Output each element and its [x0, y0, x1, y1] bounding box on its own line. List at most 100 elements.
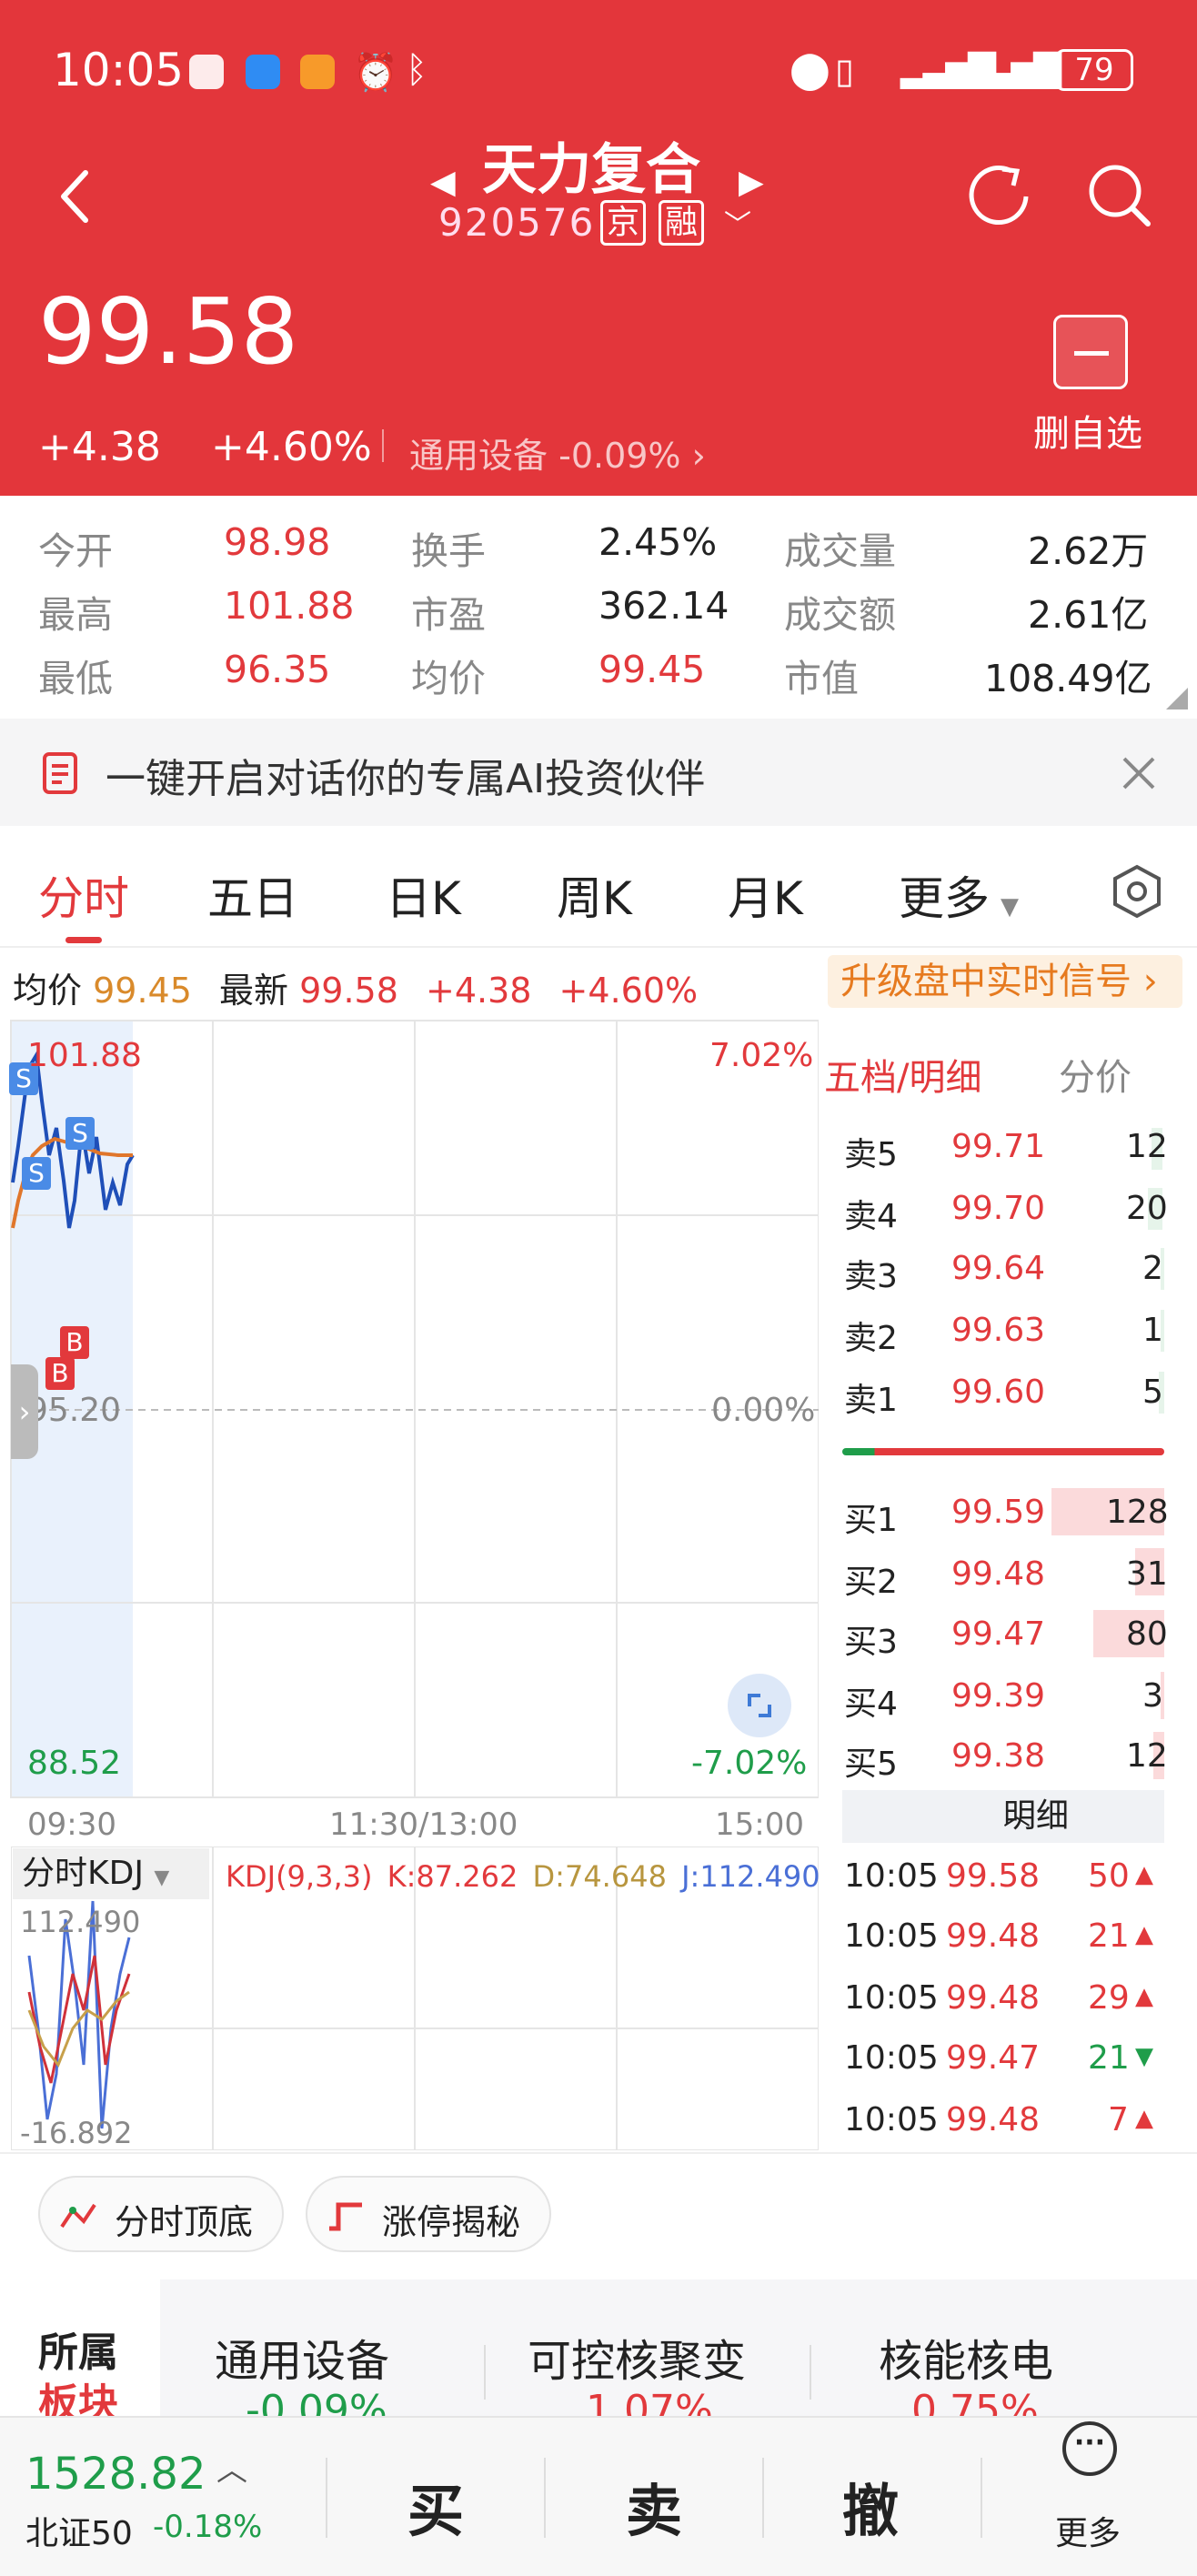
sector-list: 通用设备 -0.09% 可控核聚变 1.07% 核能核电 0.75% — [160, 2279, 1197, 2433]
tick-volume: 7 — [1108, 2101, 1129, 2138]
sector-item-name[interactable]: 通用设备 — [215, 2325, 389, 2389]
chevron-down-icon[interactable]: ﹀ — [724, 202, 751, 242]
index-value[interactable]: 1528.82 — [25, 2449, 206, 2500]
tab-daily-k[interactable]: 日K — [386, 862, 461, 928]
buy-signal-marker[interactable]: B — [60, 1326, 89, 1359]
chevron-up-icon: ︿ — [1003, 1800, 1031, 1832]
bid3-volume: 80 — [1126, 1615, 1168, 1653]
expand-corner-icon[interactable] — [1166, 688, 1188, 709]
remove-watchlist-label[interactable]: 删自选 — [1033, 404, 1142, 457]
intraday-chart[interactable]: S S S B B 101.88 7.02% 95.20 0.00% 88.52… — [0, 1019, 819, 1801]
tab-intraday[interactable]: 分时 — [38, 862, 129, 928]
tab-weekly-k[interactable]: 周K — [557, 862, 632, 928]
chart-low-price: 88.52 — [27, 1745, 122, 1782]
sector-pct: -0.09% — [558, 436, 681, 476]
ask5-label: 卖5 — [844, 1136, 898, 1173]
sell-button[interactable]: 卖 — [626, 2465, 682, 2547]
kdj-bottom-value: -16.892 — [20, 2116, 133, 2150]
remove-watchlist-button[interactable] — [1053, 315, 1128, 389]
high-value: 101.88 — [224, 584, 355, 628]
tick-up-icon: ▲ — [1135, 1921, 1153, 1948]
ai-banner[interactable]: 一键开启对话你的专属AI投资伙伴 — [0, 719, 1197, 826]
search-icon[interactable] — [1086, 162, 1153, 229]
limit-up-secret-label: 涨停揭秘 — [382, 2202, 521, 2242]
divider — [762, 2458, 764, 2538]
kdj-top-value: 112.490 — [20, 1905, 141, 1939]
message-notification-icon — [246, 55, 280, 89]
kdj-chart[interactable]: 分时KDJ ▼ KDJ(9,3,3) K:87.262 D:74.648 J:1… — [11, 1846, 820, 2150]
sector-label-1: 所属 — [38, 2329, 118, 2376]
ask4-volume: 20 — [1126, 1190, 1168, 1227]
side-expand-handle[interactable]: › — [11, 1364, 38, 1459]
share-icon[interactable] — [966, 162, 1033, 229]
sell-signal-marker[interactable]: S — [22, 1157, 51, 1190]
ai-banner-text: 一键开启对话你的专属AI投资伙伴 — [106, 756, 706, 802]
location-icon: ⬤ — [790, 49, 830, 91]
divider — [810, 2345, 811, 2400]
tab-5day[interactable]: 五日 — [207, 862, 298, 928]
tick-volume: 21 — [1088, 2039, 1130, 2077]
current-price: 99.58 — [38, 278, 299, 385]
more-label[interactable]: 更多 — [1055, 2507, 1121, 2554]
bid4-label: 买4 — [844, 1685, 898, 1723]
detail-toggle[interactable]: 明细 ︿ — [842, 1790, 1164, 1843]
upgrade-signal-button[interactable]: 升级盘中实时信号 › — [828, 955, 1182, 1008]
battery-icon: 79 — [1055, 49, 1133, 91]
prev-stock-icon[interactable]: ◀ — [430, 164, 456, 201]
buy-signal-marker[interactable]: B — [45, 1357, 75, 1390]
bid5-label: 买5 — [844, 1746, 898, 1783]
low-value: 96.35 — [224, 648, 331, 691]
bid3-label: 买3 — [844, 1624, 898, 1661]
info-row: 均价 99.45 最新 99.58 +4.38 +4.60% — [13, 962, 698, 1012]
stock-header: 10:05 ⏰ ᛒ ⬤ ▯ ▂▃▅▇ ▂▃▅▇ 79 ◀ 天力复合 ▶ 9205… — [0, 0, 1197, 496]
next-stock-icon[interactable]: ▶ — [739, 164, 764, 201]
ask4-price: 99.70 — [951, 1190, 1046, 1227]
margin-tag: 融 — [659, 200, 704, 246]
cancel-order-button[interactable]: 撤 — [842, 2465, 899, 2547]
tick-price: 99.58 — [946, 1857, 1041, 1895]
divider — [0, 946, 1197, 948]
bottom-bar: 1528.82 ︿ 北证50 -0.18% 买 卖 撤 ··· 更多 — [0, 2416, 1197, 2576]
ask2-label: 卖2 — [844, 1320, 898, 1357]
price-change-pct: +4.60% — [211, 424, 372, 470]
avg-label: 均价 — [411, 657, 486, 700]
tick-up-icon: ▲ — [1135, 1861, 1153, 1888]
dropdown-icon: ▼ — [1001, 893, 1019, 921]
more-icon[interactable]: ··· — [1062, 2421, 1117, 2476]
sell-signal-marker[interactable]: S — [65, 1117, 95, 1150]
fullscreen-button[interactable] — [728, 1674, 791, 1737]
bid1-label: 买1 — [844, 1502, 898, 1539]
stock-name: 天力复合 — [482, 138, 700, 202]
sector-link[interactable]: 通用设备 -0.09% › — [409, 428, 706, 478]
tab-more-label: 更多 — [899, 872, 990, 925]
trend-icon — [60, 2203, 96, 2229]
tab-monthly-k[interactable]: 月K — [728, 862, 803, 928]
buy-button[interactable]: 买 — [407, 2465, 464, 2547]
sector-item-name[interactable]: 核能核电 — [879, 2325, 1053, 2389]
bid1-volume: 128 — [1106, 1494, 1169, 1531]
mktcap-label: 市值 — [784, 657, 859, 700]
orderbook-tab-level5[interactable]: 五档/明细 — [824, 1048, 981, 1101]
limit-up-secret-button[interactable]: 涨停揭秘 — [306, 2176, 551, 2252]
tab-more[interactable]: 更多 ▼ — [899, 862, 1019, 928]
close-icon[interactable] — [1121, 755, 1157, 791]
sector-item-name[interactable]: 可控核聚变 — [528, 2325, 746, 2389]
tick-volume: 50 — [1088, 1857, 1130, 1895]
chart-low-pct: -7.02% — [691, 1745, 808, 1782]
chevron-up-icon[interactable]: ︿ — [216, 2445, 247, 2490]
intraday-top-bottom-label: 分时顶底 — [115, 2202, 254, 2242]
settings-icon[interactable] — [1112, 864, 1162, 919]
divider — [382, 429, 384, 462]
info-avg-label: 均价 — [13, 971, 83, 1011]
divider — [484, 2345, 486, 2400]
tick-up-icon: ▲ — [1135, 2105, 1153, 2132]
kdj-indicator-select[interactable]: 分时KDJ ▼ — [13, 1848, 209, 1899]
orderbook-tab-price[interactable]: 分价 — [1059, 1048, 1132, 1101]
ask3-price: 99.64 — [951, 1250, 1046, 1287]
intraday-top-bottom-button[interactable]: 分时顶底 — [38, 2176, 284, 2252]
chart-high-price: 101.88 — [27, 1037, 142, 1074]
bluetooth-icon: ᛒ — [406, 49, 428, 91]
chat-notification-icon — [300, 55, 335, 89]
stock-code: 920576 — [438, 200, 596, 245]
back-icon[interactable] — [56, 169, 93, 224]
